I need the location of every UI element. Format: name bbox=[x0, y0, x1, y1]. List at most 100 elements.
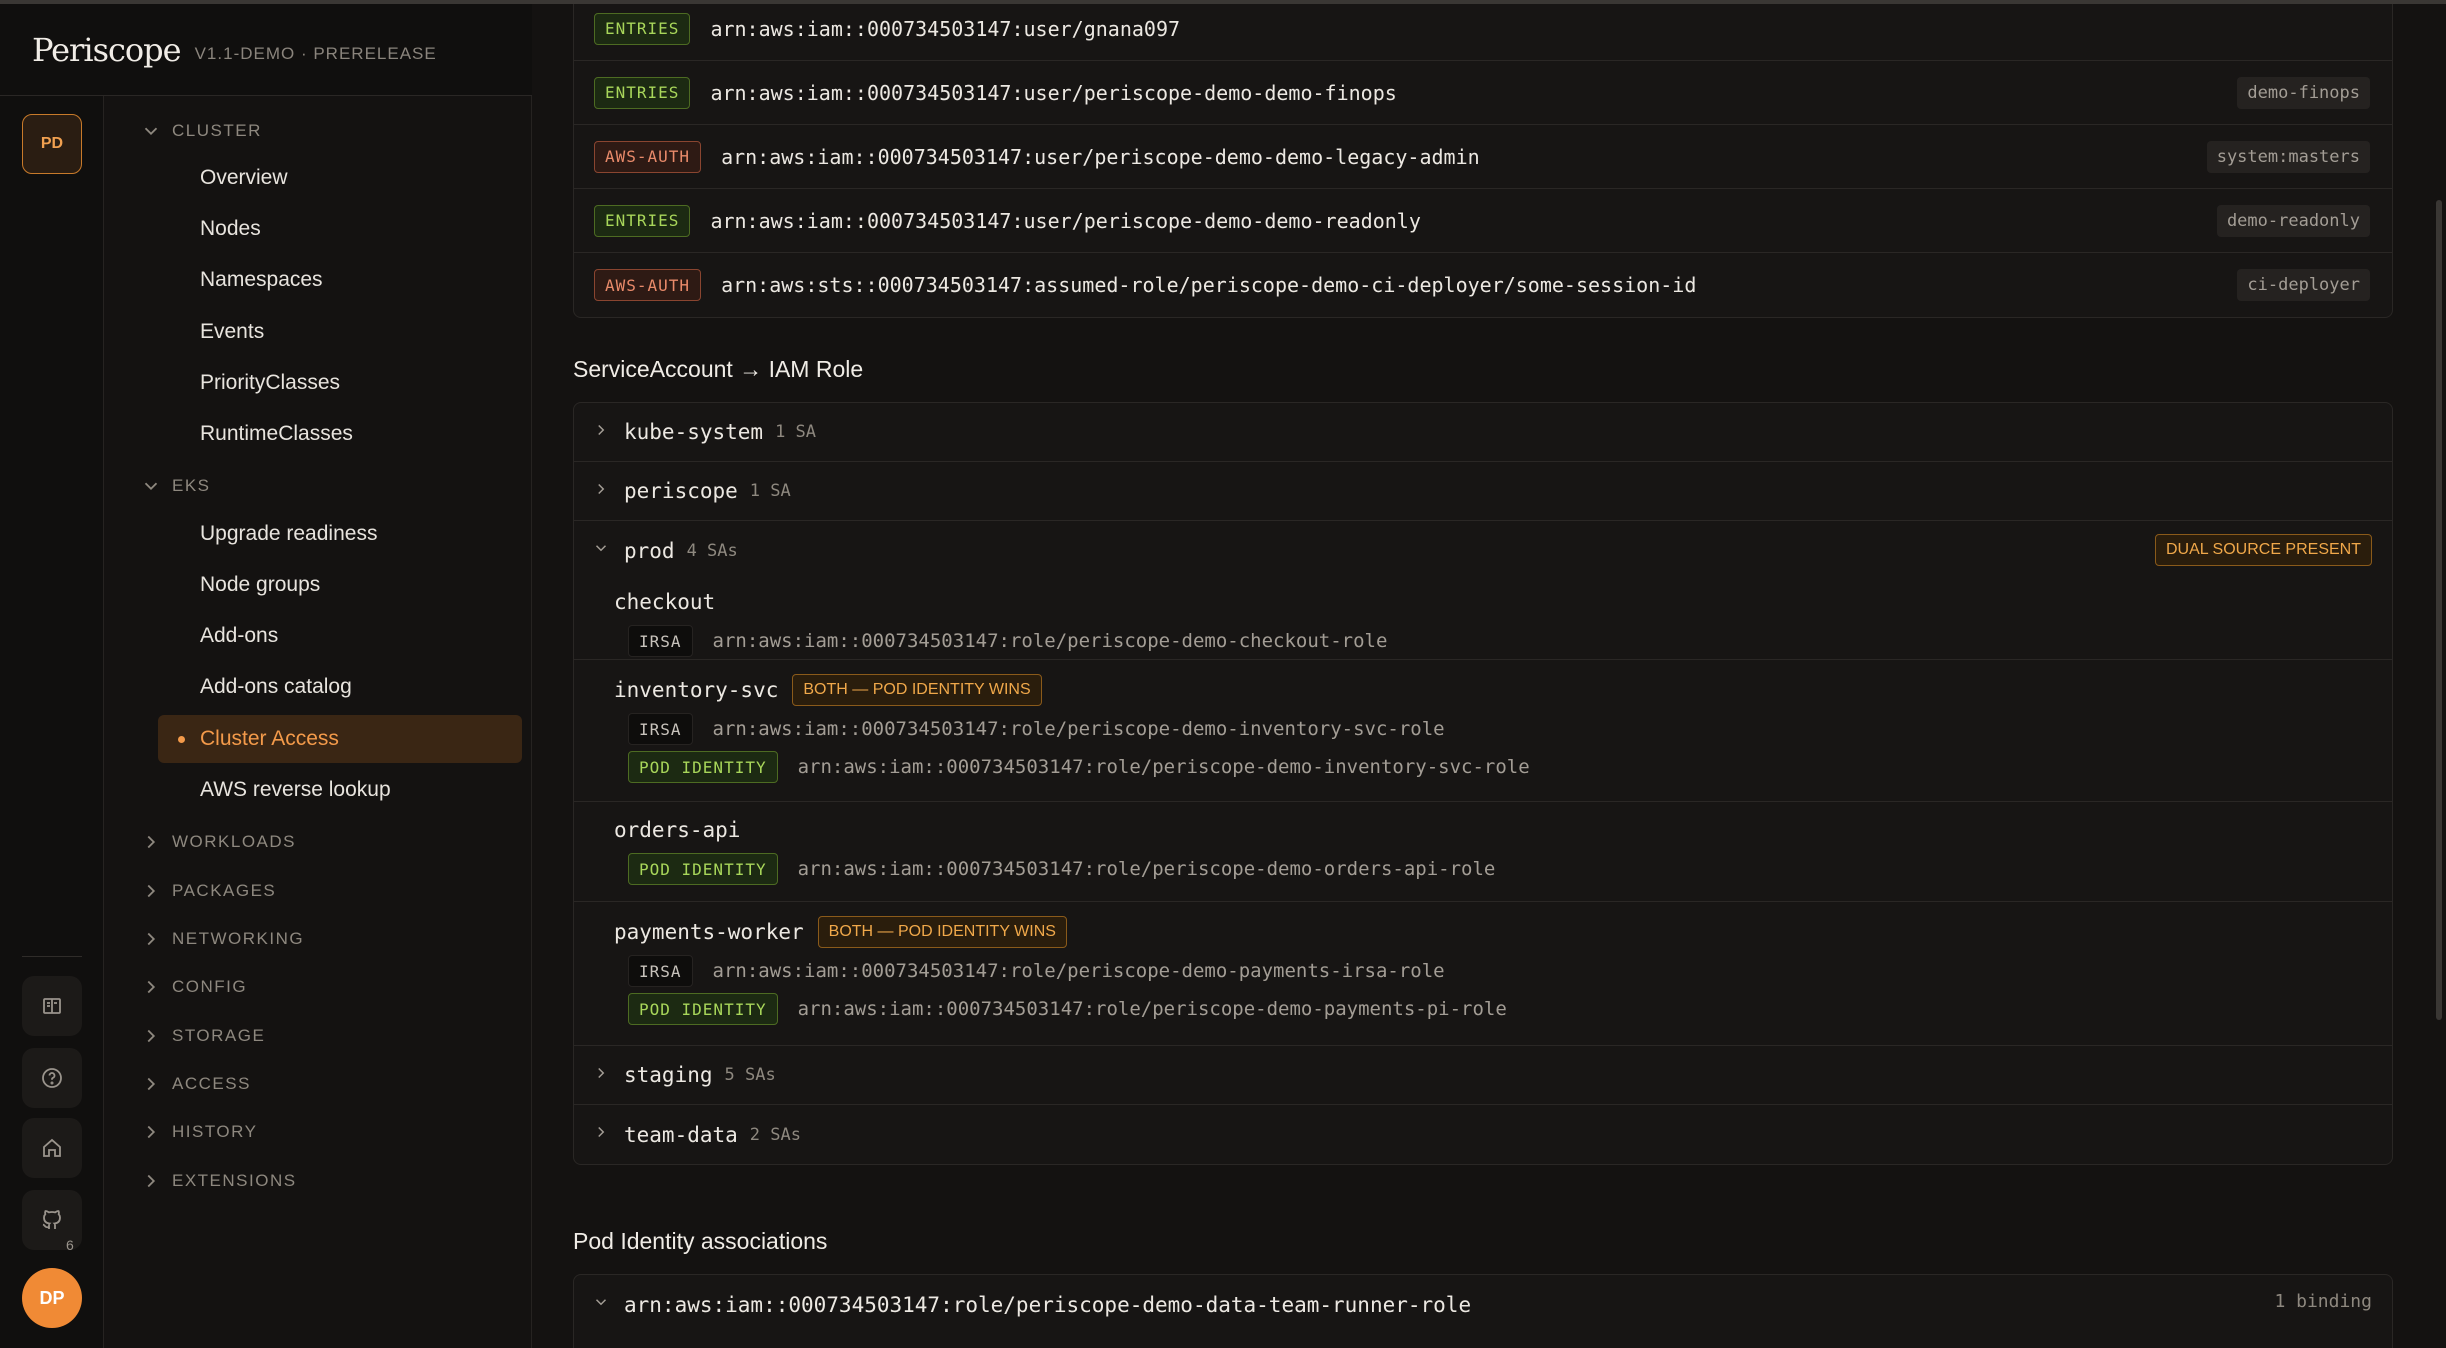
sidebar-item-priorityclasses[interactable]: PriorityClasses bbox=[158, 359, 522, 407]
chevron-right-icon bbox=[147, 835, 156, 849]
dual-source-badge: DUAL SOURCE PRESENT bbox=[2155, 534, 2372, 566]
chevron-right-icon bbox=[598, 1126, 605, 1138]
sa-checkout: checkout IRSA arn:aws:iam::000734503147:… bbox=[574, 580, 2392, 660]
help-icon bbox=[42, 1068, 62, 1088]
role-arn: arn:aws:iam::000734503147:role/periscope… bbox=[797, 756, 1530, 778]
chevron-right-icon bbox=[147, 980, 156, 994]
pod-identity-role-row[interactable]: arn:aws:iam::000734503147:role/periscope… bbox=[574, 1275, 2392, 1334]
home-icon bbox=[43, 1138, 61, 1157]
section-title-sa-iam: ServiceAccount → IAM Role bbox=[573, 356, 864, 382]
sa-name: orders-api bbox=[614, 818, 741, 842]
app-logo: Periscope bbox=[32, 30, 182, 69]
chevron-right-icon bbox=[598, 483, 605, 494]
irsa-badge: IRSA bbox=[628, 625, 693, 657]
home-button[interactable] bbox=[22, 1118, 82, 1178]
chevron-down-icon bbox=[595, 1299, 607, 1306]
access-entry-row[interactable]: AWS-AUTH arn:aws:sts::000734503147:assum… bbox=[574, 253, 2392, 317]
group-pill: demo-finops bbox=[2237, 77, 2370, 109]
namespace-row-periscope[interactable]: periscope 1 SA bbox=[574, 462, 2392, 521]
section-title-pod-identity: Pod Identity associations bbox=[573, 1228, 828, 1254]
section-extensions[interactable]: EXTENSIONS bbox=[140, 1166, 297, 1196]
section-eks[interactable]: EKS bbox=[140, 471, 211, 501]
sidebar-nav: CLUSTER Overview Nodes Namespaces Events… bbox=[104, 96, 532, 1348]
brand-header: Periscope V1.1-DEMO · PRERELEASE bbox=[0, 4, 532, 96]
pod-identity-badge: POD IDENTITY bbox=[628, 751, 778, 783]
group-pill: demo-readonly bbox=[2216, 205, 2370, 237]
book-icon bbox=[43, 998, 61, 1014]
sa-name: inventory-svc bbox=[614, 678, 779, 702]
source-badge: ENTRIES bbox=[594, 204, 691, 237]
role-arn: arn:aws:iam::000734503147:role/periscope… bbox=[797, 858, 1496, 880]
chevron-down-icon bbox=[144, 127, 158, 136]
section-history[interactable]: HISTORY bbox=[140, 1117, 257, 1147]
source-badge: ENTRIES bbox=[594, 76, 691, 109]
section-access[interactable]: ACCESS bbox=[140, 1069, 251, 1099]
section-workloads[interactable]: WORKLOADS bbox=[140, 827, 296, 857]
docs-button[interactable] bbox=[22, 976, 82, 1036]
section-cluster[interactable]: CLUSTER bbox=[140, 116, 262, 146]
role-arn: arn:aws:iam::000734503147:role/periscope… bbox=[712, 718, 1445, 740]
group-pill: system:masters bbox=[2206, 141, 2370, 173]
source-badge: ENTRIES bbox=[594, 12, 691, 45]
sidebar-item-aws-reverse-lookup[interactable]: AWS reverse lookup bbox=[158, 766, 522, 814]
main-scrollbar[interactable] bbox=[2436, 200, 2442, 1020]
sa-name: checkout bbox=[614, 590, 716, 614]
user-avatar[interactable]: DP bbox=[22, 1268, 82, 1328]
sa-iam-table: kube-system 1 SA periscope 1 SA prod 4 S… bbox=[573, 402, 2393, 1165]
source-badge: AWS-AUTH bbox=[594, 140, 702, 173]
role-arn: arn:aws:iam::000734503147:role/periscope… bbox=[797, 998, 1507, 1020]
app-version: V1.1-DEMO · PRERELEASE bbox=[194, 43, 437, 63]
source-badge: AWS-AUTH bbox=[594, 269, 702, 301]
active-indicator bbox=[178, 736, 185, 743]
principal-arn: arn:aws:iam::000734503147:user/periscope… bbox=[710, 80, 1397, 105]
sidebar-item-namespaces[interactable]: Namespaces bbox=[158, 256, 522, 304]
github-icon bbox=[42, 1210, 61, 1229]
rail-divider bbox=[22, 956, 82, 957]
access-entry-row[interactable]: ENTRIES arn:aws:iam::000734503147:user/p… bbox=[574, 61, 2392, 125]
sidebar-item-nodes[interactable]: Nodes bbox=[158, 205, 522, 253]
namespace-row-kube-system[interactable]: kube-system 1 SA bbox=[574, 403, 2392, 462]
sidebar-item-overview[interactable]: Overview bbox=[158, 154, 522, 202]
role-arn: arn:aws:iam::000734503147:role/periscope… bbox=[712, 630, 1388, 652]
cluster-switcher-button[interactable]: PD bbox=[22, 114, 82, 174]
chevron-right-icon bbox=[147, 1125, 156, 1139]
chevron-right-icon bbox=[147, 884, 156, 898]
access-entry-row[interactable]: ENTRIES arn:aws:iam::000734503147:user/p… bbox=[574, 189, 2392, 253]
both-pod-identity-wins-badge: BOTH — POD IDENTITY WINS bbox=[817, 916, 1067, 948]
pod-identity-table: arn:aws:iam::000734503147:role/periscope… bbox=[573, 1274, 2393, 1348]
sidebar-item-add-ons-catalog[interactable]: Add-ons catalog bbox=[158, 663, 522, 711]
chevron-right-icon bbox=[147, 1077, 156, 1091]
namespace-row-prod[interactable]: prod 4 SAs DUAL SOURCE PRESENT bbox=[574, 521, 2392, 580]
both-pod-identity-wins-badge: BOTH — POD IDENTITY WINS bbox=[792, 674, 1042, 706]
chevron-down-icon bbox=[595, 545, 607, 552]
binding-count: 1 binding bbox=[2274, 1291, 2372, 1312]
section-packages[interactable]: PACKAGES bbox=[140, 876, 276, 906]
sidebar-item-events[interactable]: Events bbox=[158, 308, 522, 356]
principal-arn: arn:aws:iam::000734503147:user/periscope… bbox=[710, 208, 1421, 233]
sidebar-item-cluster-access[interactable]: Cluster Access bbox=[158, 715, 522, 763]
chevron-right-icon bbox=[598, 1067, 605, 1078]
principal-arn: arn:aws:iam::000734503147:user/periscope… bbox=[721, 144, 1480, 169]
section-config[interactable]: CONFIG bbox=[140, 972, 247, 1002]
sidebar-item-node-groups[interactable]: Node groups bbox=[158, 561, 522, 609]
pod-identity-badge: POD IDENTITY bbox=[628, 853, 778, 885]
sidebar-item-runtimeclasses[interactable]: RuntimeClasses bbox=[158, 410, 522, 458]
namespace-row-staging[interactable]: staging 5 SAs bbox=[574, 1046, 2392, 1105]
sa-payments-worker: payments-worker BOTH — POD IDENTITY WINS… bbox=[574, 902, 2392, 1046]
sidebar-item-add-ons[interactable]: Add-ons bbox=[158, 612, 522, 660]
main-content: ENTRIES arn:aws:iam::000734503147:user/g… bbox=[532, 4, 2446, 1348]
namespace-row-team-data[interactable]: team-data 2 SAs bbox=[574, 1105, 2392, 1164]
chevron-down-icon bbox=[144, 482, 158, 491]
access-entry-row[interactable]: ENTRIES arn:aws:iam::000734503147:user/g… bbox=[574, 4, 2392, 61]
access-entry-row[interactable]: AWS-AUTH arn:aws:iam::000734503147:user/… bbox=[574, 125, 2392, 189]
section-networking[interactable]: NETWORKING bbox=[140, 924, 304, 954]
sidebar-item-upgrade-readiness[interactable]: Upgrade readiness bbox=[158, 510, 522, 558]
irsa-badge: IRSA bbox=[628, 955, 693, 987]
help-button[interactable] bbox=[22, 1048, 82, 1108]
icon-rail: PD 6 DP bbox=[0, 4, 104, 1348]
sa-orders-api: orders-api POD IDENTITY arn:aws:iam::000… bbox=[574, 802, 2392, 902]
irsa-badge: IRSA bbox=[628, 713, 693, 745]
section-storage[interactable]: STORAGE bbox=[140, 1021, 265, 1051]
role-arn: arn:aws:iam::000734503147:role/periscope… bbox=[712, 960, 1445, 982]
github-count-badge: 6 bbox=[66, 1237, 74, 1253]
